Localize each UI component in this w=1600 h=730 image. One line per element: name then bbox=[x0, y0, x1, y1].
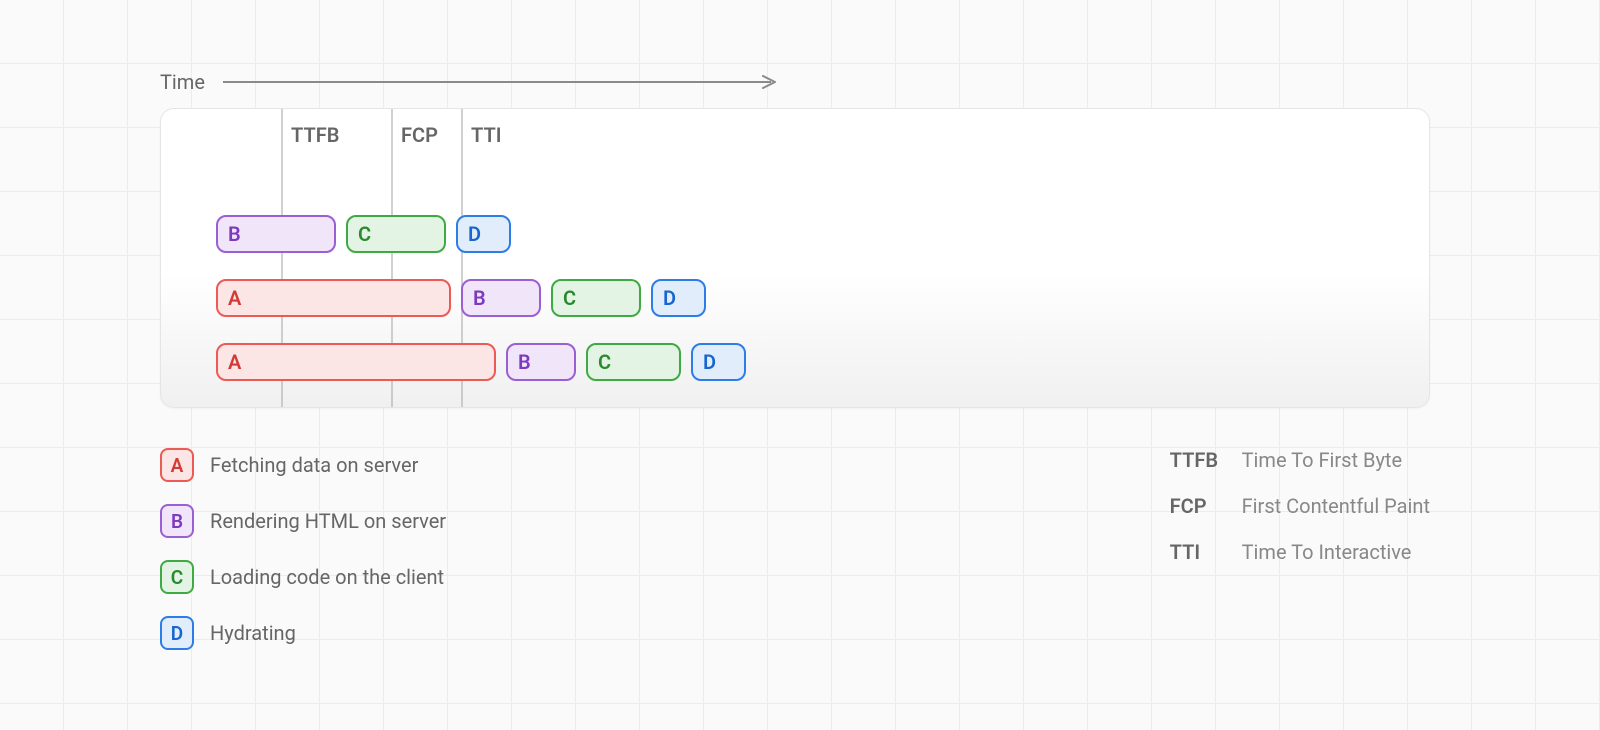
marker-label-ttfb: TTFB bbox=[291, 123, 339, 147]
phase-legend-text: Loading code on the client bbox=[210, 565, 444, 589]
phase-bar-b: B bbox=[506, 343, 576, 381]
phase-legend-item: A Fetching data on server bbox=[160, 448, 446, 482]
timeline-panel: TTFB FCP TTI B C D A B C D A B C D bbox=[160, 108, 1430, 408]
metric-legend-item: TTFB Time To First Byte bbox=[1170, 448, 1430, 472]
phase-legend-item: C Loading code on the client bbox=[160, 560, 446, 594]
metric-desc: First Contentful Paint bbox=[1242, 494, 1430, 518]
phase-bar-label: B bbox=[228, 222, 241, 246]
timeline-rows: B C D A B C D A B C D bbox=[161, 215, 1429, 407]
phase-bar-label: B bbox=[473, 286, 486, 310]
phase-bar-label: D bbox=[468, 222, 481, 246]
phase-legend-text: Fetching data on server bbox=[210, 453, 418, 477]
phase-bar-c: C bbox=[586, 343, 681, 381]
phase-bar-c: C bbox=[551, 279, 641, 317]
metric-legend: TTFB Time To First Byte FCP First Contentfu… bbox=[1170, 448, 1430, 650]
phase-bar-label: A bbox=[228, 350, 241, 374]
phase-bar-d: D bbox=[456, 215, 511, 253]
phase-bar-b: B bbox=[216, 215, 336, 253]
phase-legend: A Fetching data on server B Rendering HTML … bbox=[160, 448, 446, 650]
phase-legend-text: Hydrating bbox=[210, 621, 296, 645]
time-arrow-icon bbox=[223, 75, 783, 89]
phase-bar-a: A bbox=[216, 343, 496, 381]
phase-legend-item: B Rendering HTML on server bbox=[160, 504, 446, 538]
metric-abbr: FCP bbox=[1170, 494, 1226, 518]
phase-bar-label: A bbox=[228, 286, 241, 310]
marker-label-tti: TTI bbox=[471, 123, 502, 147]
phase-bar-b: B bbox=[461, 279, 541, 317]
metric-desc: Time To Interactive bbox=[1242, 540, 1412, 564]
timeline-row: A B C D bbox=[161, 343, 1429, 381]
phase-pill-d: D bbox=[160, 616, 194, 650]
phase-pill-b: B bbox=[160, 504, 194, 538]
phase-legend-item: D Hydrating bbox=[160, 616, 446, 650]
phase-pill-a: A bbox=[160, 448, 194, 482]
phase-bar-label: D bbox=[663, 286, 676, 310]
timeline-row: B C D bbox=[161, 215, 1429, 253]
metric-legend-item: TTI Time To Interactive bbox=[1170, 540, 1430, 564]
phase-bar-label: C bbox=[598, 350, 611, 374]
phase-legend-text: Rendering HTML on server bbox=[210, 509, 446, 533]
metric-abbr: TTI bbox=[1170, 540, 1226, 564]
phase-bar-label: C bbox=[358, 222, 371, 246]
metric-desc: Time To First Byte bbox=[1242, 448, 1402, 472]
phase-pill-c: C bbox=[160, 560, 194, 594]
phase-bar-d: D bbox=[691, 343, 746, 381]
phase-bar-label: D bbox=[703, 350, 716, 374]
marker-label-fcp: FCP bbox=[401, 123, 438, 147]
metric-legend-item: FCP First Contentful Paint bbox=[1170, 494, 1430, 518]
time-label: Time bbox=[160, 70, 205, 94]
time-axis: Time bbox=[160, 70, 1430, 94]
metric-abbr: TTFB bbox=[1170, 448, 1226, 472]
phase-bar-d: D bbox=[651, 279, 706, 317]
phase-bar-a: A bbox=[216, 279, 451, 317]
timeline-row: A B C D bbox=[161, 279, 1429, 317]
phase-bar-label: B bbox=[518, 350, 531, 374]
phase-bar-c: C bbox=[346, 215, 446, 253]
phase-bar-label: C bbox=[563, 286, 576, 310]
